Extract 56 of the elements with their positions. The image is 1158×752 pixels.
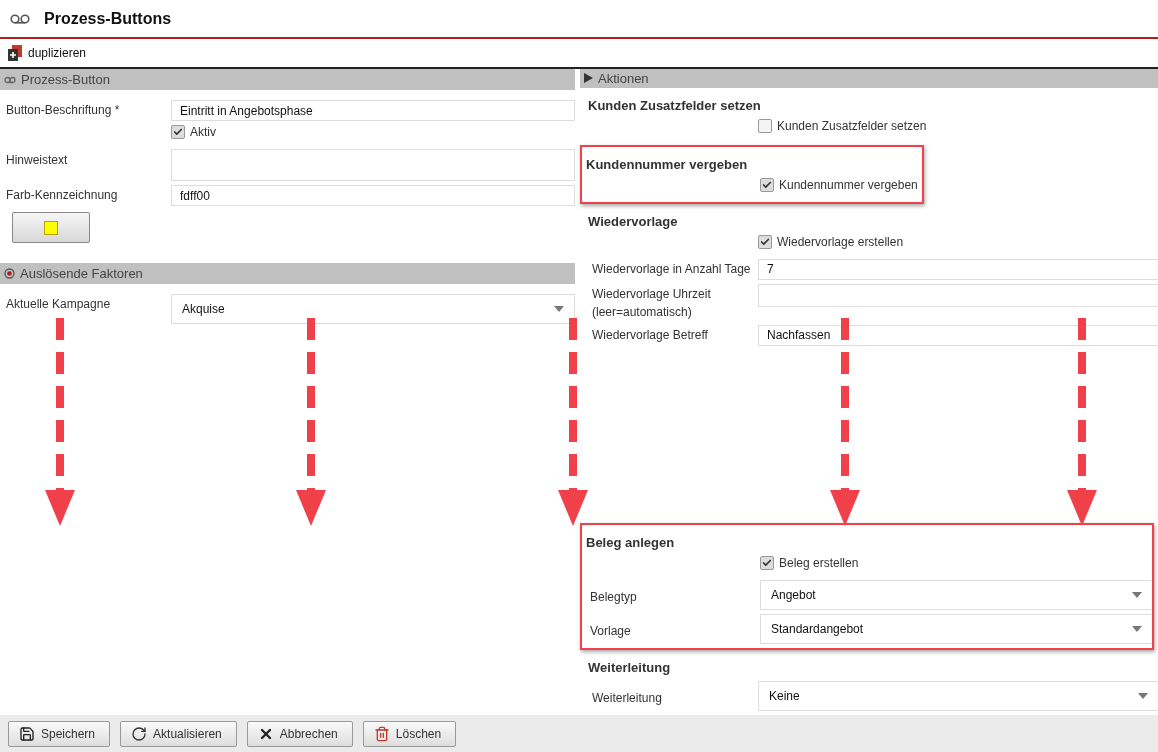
color-picker-button[interactable] [12, 212, 90, 243]
dropdown[interactable]: Angebot [760, 580, 1152, 610]
footer-button[interactable]: Abbrechen [246, 720, 353, 747]
checkbox-label: Beleg erstellen [779, 556, 859, 570]
caret-icon [1132, 626, 1142, 632]
duplicate-link[interactable]: duplizieren [8, 45, 87, 61]
field-label: Belegtyp [589, 589, 638, 606]
radio-icon [4, 268, 15, 279]
link-icon [4, 75, 16, 84]
section-title: Auslösende Faktoren [20, 266, 143, 281]
caret-icon [1138, 693, 1148, 699]
section-title: Aktionen [598, 70, 649, 86]
group-heading: Wiedervorlage [588, 213, 679, 229]
field-label: Wiedervorlage Uhrzeit (leer=automatisch) [591, 285, 712, 321]
color-swatch-icon [44, 220, 58, 235]
group-heading: Beleg anlegen [586, 535, 676, 550]
field-label: Weiterleitung [591, 690, 663, 707]
input-field[interactable]: 7 [758, 258, 1158, 280]
dropdown[interactable]: Keine [758, 681, 1158, 711]
input-field[interactable]: Nachfassen [758, 324, 1158, 346]
field-label: Wiedervorlage Betreff [591, 326, 709, 344]
checkbox[interactable]: Aktiv [171, 125, 216, 139]
duplicate-icon [8, 45, 22, 61]
save-icon [19, 725, 35, 742]
field-label: Farb-Kennzeichnung [5, 187, 119, 204]
field-label: Vorlage [589, 623, 632, 640]
checkbox-label: Aktiv [190, 125, 216, 139]
caret-icon [554, 306, 564, 312]
group-heading: Weiterleitung [588, 660, 672, 675]
field-label: Aktuelle Kampagne [5, 296, 112, 313]
input-field[interactable] [758, 283, 1158, 307]
dropdown[interactable]: Standardangebot [760, 614, 1152, 644]
checkbox-box[interactable] [171, 125, 185, 139]
caret-icon [1132, 592, 1142, 598]
refresh-icon [131, 725, 148, 742]
dropdown[interactable]: Akquise [171, 294, 575, 324]
checkbox-box[interactable] [760, 556, 774, 570]
page-title: Prozess-Buttons [44, 9, 172, 28]
checkbox[interactable]: Beleg erstellen [760, 556, 859, 570]
input-field[interactable]: Eintritt in Angebotsphase [171, 100, 575, 121]
field-label: Button-Beschriftung * [5, 102, 121, 119]
checkbox-box[interactable] [758, 234, 772, 249]
group-heading: Kundennummer vergeben [586, 156, 749, 172]
checkbox-box[interactable] [758, 118, 772, 133]
footer-button[interactable]: Löschen [362, 720, 457, 747]
checkbox-box[interactable] [760, 177, 774, 192]
group-heading: Kunden Zusatzfelder setzen [588, 97, 762, 113]
input-field[interactable]: fdff00 [171, 185, 575, 206]
footer-button[interactable]: Speichern [8, 720, 111, 747]
footer-button[interactable]: Aktualisieren [120, 720, 237, 747]
voicemail-icon [10, 13, 30, 24]
field-label: Wiedervorlage in Anzahl Tage [591, 260, 752, 278]
field-label: Hinweistext [5, 152, 69, 169]
expand-triangle-icon [584, 73, 593, 84]
section-title: Prozess-Button [21, 72, 110, 87]
trash-icon [373, 725, 390, 742]
